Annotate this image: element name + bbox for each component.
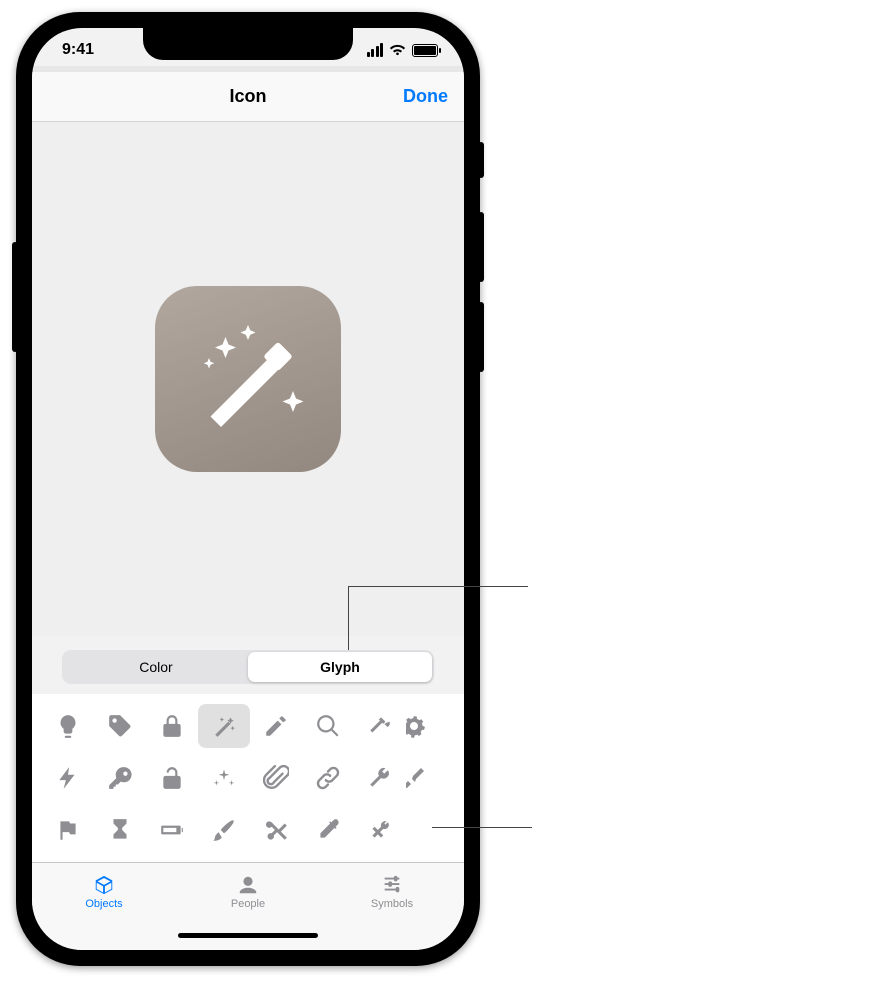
glyph-tag[interactable] [94,704,146,748]
icon-preview-area [32,122,464,636]
volume-down-button [478,302,484,372]
tab-objects[interactable]: Objects [32,863,176,920]
tab-people[interactable]: People [176,863,320,920]
glyph-eyedropper[interactable] [302,808,354,852]
tab-label: Objects [85,898,122,910]
glyph-flag[interactable] [42,808,94,852]
status-right [367,43,439,57]
cube-icon [92,874,116,896]
glyph-paperclip[interactable] [250,756,302,800]
glyph-wand[interactable] [198,704,250,748]
glyph-battery[interactable] [146,808,198,852]
done-button[interactable]: Done [403,86,448,107]
nav-bar: Icon Done [32,72,464,122]
glyph-hammer[interactable] [354,704,406,748]
callout-line [432,827,532,828]
phone-frame: 9:41 Icon Done [16,12,480,966]
tab-symbols[interactable]: Symbols [320,863,464,920]
glyph-pencil[interactable] [250,704,302,748]
glyph-link[interactable] [302,756,354,800]
glyph-grid [32,694,464,862]
glyph-wrench[interactable] [354,756,406,800]
power-button [12,242,18,352]
glyph-row [42,804,464,856]
segmented-control-wrap: Color Glyph [32,636,464,694]
glyph-tools[interactable] [354,808,406,852]
glyph-key[interactable] [94,756,146,800]
status-time: 9:41 [62,41,94,59]
glyph-lock[interactable] [146,704,198,748]
cellular-icon [367,43,384,57]
glyph-screwdriver[interactable] [406,756,426,800]
glyph-paintbrush[interactable] [198,808,250,852]
tab-bar: Objects People Symbols [32,862,464,920]
glyph-row [42,700,464,752]
home-indicator-area [32,920,464,950]
glyph-unlock[interactable] [146,756,198,800]
home-indicator[interactable] [178,933,318,938]
mute-switch [478,142,484,178]
segment-color[interactable]: Color [64,652,248,682]
tab-label: Symbols [371,898,413,910]
callout-line [348,586,528,587]
screen: 9:41 Icon Done [32,28,464,950]
segmented-control: Color Glyph [62,650,434,684]
sliders-icon [380,874,404,896]
tab-label: People [231,898,265,910]
glyph-gear[interactable] [406,704,426,748]
glyph-scissors[interactable] [250,808,302,852]
volume-up-button [478,212,484,282]
glyph-magnifier[interactable] [302,704,354,748]
icon-preview [155,286,341,472]
glyph-sparkle[interactable] [198,756,250,800]
glyph-lightbulb[interactable] [42,704,94,748]
person-icon [236,874,260,896]
battery-icon [412,44,438,57]
glyph-row [42,752,464,804]
callout-line [348,586,349,650]
page-title: Icon [229,86,266,107]
wifi-icon [389,44,406,57]
segment-glyph[interactable]: Glyph [248,652,432,682]
glyph-hourglass[interactable] [94,808,146,852]
glyph-bolt[interactable] [42,756,94,800]
notch [143,28,353,60]
